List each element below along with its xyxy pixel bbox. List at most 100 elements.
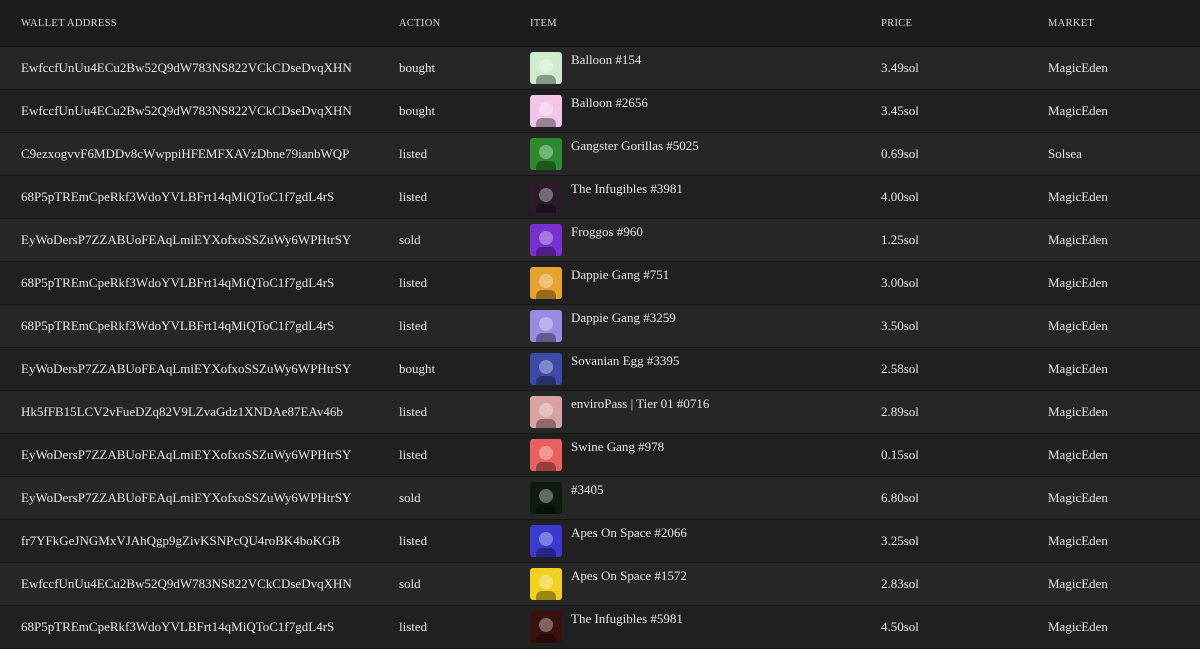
nft-thumbnail-icon[interactable] — [530, 138, 562, 170]
nft-thumbnail-icon[interactable] — [530, 181, 562, 213]
table-row[interactable]: 68P5pTREmCpeRkf3WdoYVLBFrt14qMiQToC1f7gd… — [0, 606, 1200, 649]
table-row[interactable]: EyWoDersP7ZZABUoFEAqLmiEYXofxoSSZuWy6WPH… — [0, 219, 1200, 262]
nft-thumbnail-icon[interactable] — [530, 568, 562, 600]
price-value: 4.50sol — [881, 619, 919, 634]
wallet-address[interactable]: EwfccfUnUu4ECu2Bw52Q9dW783NS822VCkCDseDv… — [21, 47, 352, 89]
table-row[interactable]: 68P5pTREmCpeRkf3WdoYVLBFrt14qMiQToC1f7gd… — [0, 176, 1200, 219]
table-row[interactable]: EyWoDersP7ZZABUoFEAqLmiEYXofxoSSZuWy6WPH… — [0, 348, 1200, 391]
item-name[interactable]: Dappie Gang #751 — [571, 267, 669, 283]
nft-thumbnail-icon[interactable] — [530, 482, 562, 514]
wallet-address[interactable]: EyWoDersP7ZZABUoFEAqLmiEYXofxoSSZuWy6WPH… — [21, 219, 351, 261]
table-row[interactable]: Hk5fFB15LCV2vFueDZq82V9LZvaGdz1XNDAe87EA… — [0, 391, 1200, 434]
item-cell[interactable]: Balloon #154 — [530, 47, 641, 89]
wallet-address[interactable]: Hk5fFB15LCV2vFueDZq82V9LZvaGdz1XNDAe87EA… — [21, 391, 343, 433]
action-label: bought — [399, 103, 436, 118]
item-cell[interactable]: Froggos #960 — [530, 219, 643, 261]
price-value: 6.80sol — [881, 490, 919, 505]
item-name[interactable]: Balloon #2656 — [571, 95, 648, 111]
item-cell[interactable]: Apes On Space #2066 — [530, 520, 687, 562]
header-item[interactable]: ITEM — [530, 0, 557, 46]
item-cell[interactable]: Swine Gang #978 — [530, 434, 664, 476]
header-action[interactable]: ACTION — [399, 0, 440, 46]
item-name[interactable]: The Infugibles #3981 — [571, 181, 683, 197]
item-name[interactable]: Apes On Space #1572 — [571, 568, 687, 584]
wallet-address[interactable]: 68P5pTREmCpeRkf3WdoYVLBFrt14qMiQToC1f7gd… — [21, 606, 334, 648]
item-name[interactable]: The Infugibles #5981 — [571, 611, 683, 627]
nft-thumbnail-icon[interactable] — [530, 224, 562, 256]
market-name: MagicEden — [1048, 318, 1108, 333]
nft-thumbnail-icon[interactable] — [530, 95, 562, 127]
item-cell[interactable]: Dappie Gang #3259 — [530, 305, 676, 347]
item-cell[interactable]: #3405 — [530, 477, 604, 519]
market-name: MagicEden — [1048, 404, 1108, 419]
table-row[interactable]: 68P5pTREmCpeRkf3WdoYVLBFrt14qMiQToC1f7gd… — [0, 305, 1200, 348]
wallet-address[interactable]: EwfccfUnUu4ECu2Bw52Q9dW783NS822VCkCDseDv… — [21, 563, 352, 605]
wallet-address[interactable]: EyWoDersP7ZZABUoFEAqLmiEYXofxoSSZuWy6WPH… — [21, 477, 351, 519]
item-name[interactable]: #3405 — [571, 482, 604, 498]
price-value: 2.83sol — [881, 576, 919, 591]
table-header: WALLET ADDRESS ACTION ITEM PRICE MARKET — [0, 0, 1200, 47]
table-row[interactable]: EyWoDersP7ZZABUoFEAqLmiEYXofxoSSZuWy6WPH… — [0, 434, 1200, 477]
wallet-address[interactable]: EyWoDersP7ZZABUoFEAqLmiEYXofxoSSZuWy6WPH… — [21, 348, 351, 390]
market-name: MagicEden — [1048, 60, 1108, 75]
nft-thumbnail-icon[interactable] — [530, 52, 562, 84]
action-label: listed — [399, 447, 428, 462]
market-name: MagicEden — [1048, 275, 1108, 290]
wallet-address[interactable]: EwfccfUnUu4ECu2Bw52Q9dW783NS822VCkCDseDv… — [21, 90, 352, 132]
item-cell[interactable]: The Infugibles #3981 — [530, 176, 683, 218]
item-name[interactable]: Gangster Gorillas #5025 — [571, 138, 699, 154]
item-name[interactable]: Balloon #154 — [571, 52, 641, 68]
item-cell[interactable]: The Infugibles #5981 — [530, 606, 683, 648]
market-name: MagicEden — [1048, 361, 1108, 376]
item-cell[interactable]: Gangster Gorillas #5025 — [530, 133, 699, 175]
price-value: 1.25sol — [881, 232, 919, 247]
nft-thumbnail-icon[interactable] — [530, 396, 562, 428]
item-cell[interactable]: Apes On Space #1572 — [530, 563, 687, 605]
action-label: listed — [399, 404, 428, 419]
nft-thumbnail-icon[interactable] — [530, 353, 562, 385]
header-market[interactable]: MARKET — [1048, 0, 1094, 46]
header-wallet-address[interactable]: WALLET ADDRESS — [21, 0, 117, 46]
price-value: 2.58sol — [881, 361, 919, 376]
table-row[interactable]: fr7YFkGeJNGMxVJAhQgp9gZivKSNPcQU4roBK4bo… — [0, 520, 1200, 563]
wallet-address[interactable]: EyWoDersP7ZZABUoFEAqLmiEYXofxoSSZuWy6WPH… — [21, 434, 351, 476]
item-cell[interactable]: Sovanian Egg #3395 — [530, 348, 679, 390]
market-name: MagicEden — [1048, 447, 1108, 462]
table-row[interactable]: EwfccfUnUu4ECu2Bw52Q9dW783NS822VCkCDseDv… — [0, 90, 1200, 133]
nft-thumbnail-icon[interactable] — [530, 611, 562, 643]
nft-thumbnail-icon[interactable] — [530, 310, 562, 342]
item-name[interactable]: Dappie Gang #3259 — [571, 310, 676, 326]
nft-thumbnail-icon[interactable] — [530, 525, 562, 557]
market-name: MagicEden — [1048, 576, 1108, 591]
wallet-address[interactable]: C9ezxogvvF6MDDv8cWwppiHFEMFXAVzDbne79ian… — [21, 133, 349, 175]
wallet-address[interactable]: 68P5pTREmCpeRkf3WdoYVLBFrt14qMiQToC1f7gd… — [21, 176, 334, 218]
table-row[interactable]: EwfccfUnUu4ECu2Bw52Q9dW783NS822VCkCDseDv… — [0, 47, 1200, 90]
table-row[interactable]: 68P5pTREmCpeRkf3WdoYVLBFrt14qMiQToC1f7gd… — [0, 262, 1200, 305]
nft-thumbnail-icon[interactable] — [530, 439, 562, 471]
item-cell[interactable]: enviroPass | Tier 01 #0716 — [530, 391, 709, 433]
price-value: 0.15sol — [881, 447, 919, 462]
price-value: 3.45sol — [881, 103, 919, 118]
wallet-address[interactable]: 68P5pTREmCpeRkf3WdoYVLBFrt14qMiQToC1f7gd… — [21, 305, 334, 347]
table-row[interactable]: EwfccfUnUu4ECu2Bw52Q9dW783NS822VCkCDseDv… — [0, 563, 1200, 606]
market-name: MagicEden — [1048, 490, 1108, 505]
item-name[interactable]: enviroPass | Tier 01 #0716 — [571, 396, 709, 412]
action-label: bought — [399, 361, 436, 376]
item-name[interactable]: Sovanian Egg #3395 — [571, 353, 679, 369]
wallet-address[interactable]: 68P5pTREmCpeRkf3WdoYVLBFrt14qMiQToC1f7gd… — [21, 262, 334, 304]
item-cell[interactable]: Dappie Gang #751 — [530, 262, 669, 304]
price-value: 4.00sol — [881, 189, 919, 204]
action-label: listed — [399, 619, 428, 634]
table-row[interactable]: C9ezxogvvF6MDDv8cWwppiHFEMFXAVzDbne79ian… — [0, 133, 1200, 176]
item-cell[interactable]: Balloon #2656 — [530, 90, 648, 132]
wallet-address[interactable]: fr7YFkGeJNGMxVJAhQgp9gZivKSNPcQU4roBK4bo… — [21, 520, 340, 562]
nft-thumbnail-icon[interactable] — [530, 267, 562, 299]
market-name: MagicEden — [1048, 189, 1108, 204]
item-name[interactable]: Apes On Space #2066 — [571, 525, 687, 541]
action-label: listed — [399, 146, 428, 161]
header-price[interactable]: PRICE — [881, 0, 912, 46]
item-name[interactable]: Swine Gang #978 — [571, 439, 664, 455]
market-name: MagicEden — [1048, 103, 1108, 118]
table-row[interactable]: EyWoDersP7ZZABUoFEAqLmiEYXofxoSSZuWy6WPH… — [0, 477, 1200, 520]
item-name[interactable]: Froggos #960 — [571, 224, 643, 240]
